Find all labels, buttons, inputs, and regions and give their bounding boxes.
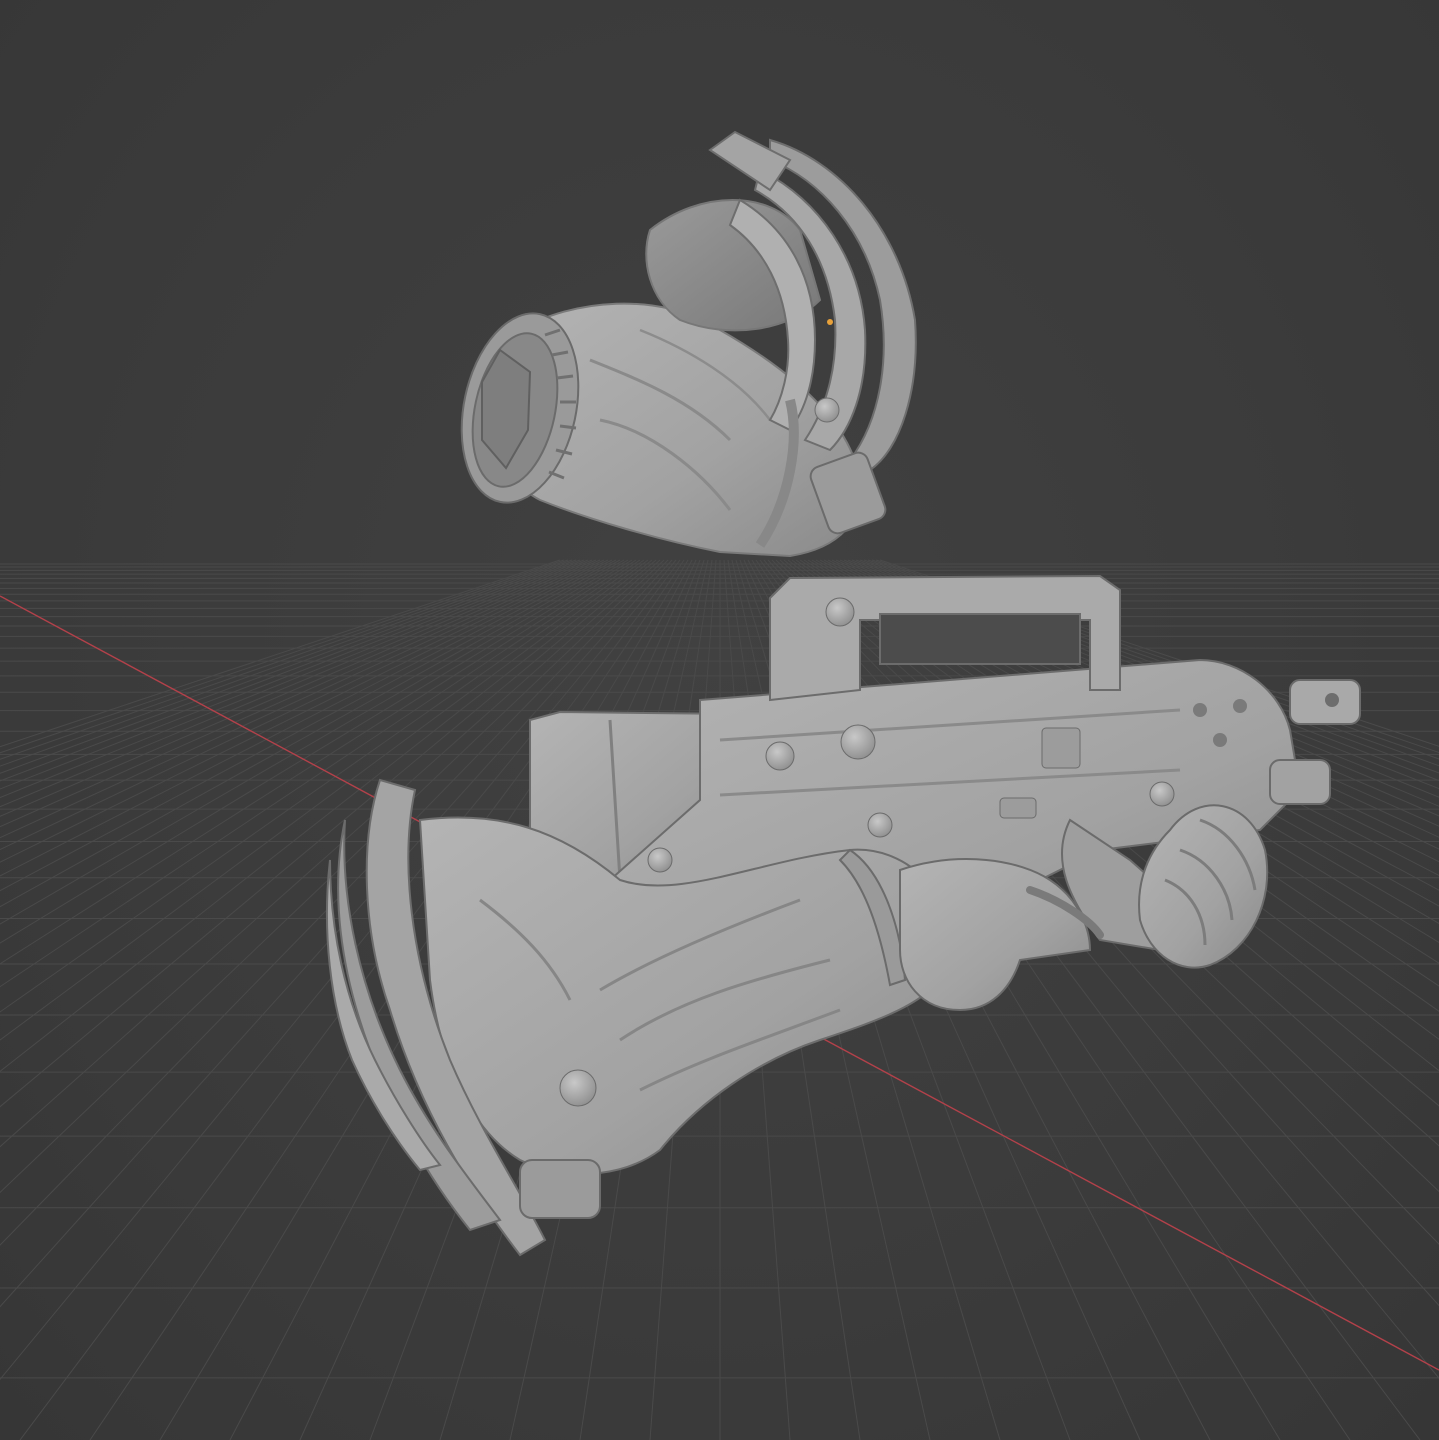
upper-arm-pad-mesh[interactable]	[445, 130, 917, 558]
3d-viewport[interactable]	[0, 0, 1439, 1440]
viewport-scene[interactable]	[0, 0, 1439, 1440]
object-origin-dot[interactable]	[827, 319, 833, 325]
